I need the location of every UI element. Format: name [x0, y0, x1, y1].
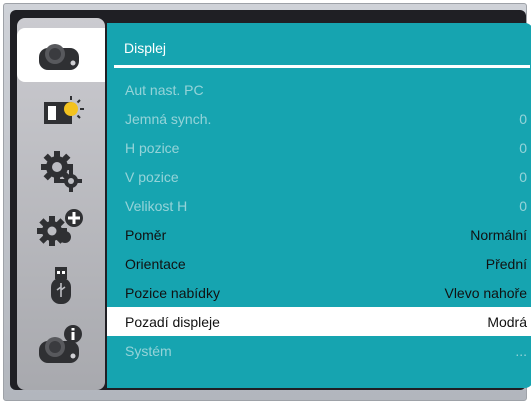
- sidebar-item-info[interactable]: [17, 318, 105, 372]
- sidebar-item-display[interactable]: [17, 28, 105, 82]
- menu-item-auto-pc-adj[interactable]: Aut nast. PC: [107, 75, 531, 104]
- menu-item-value: 0: [519, 139, 527, 156]
- menu-item-aspect-ratio[interactable]: Poměr Normální: [107, 220, 531, 249]
- menu-item-value: ...: [515, 342, 527, 359]
- menu-item-label: Pozadí displeje: [125, 313, 220, 330]
- sidebar-item-advanced[interactable]: [17, 202, 105, 256]
- projector-info-icon: [39, 325, 82, 363]
- menu-item-label: Systém: [125, 342, 172, 359]
- menu-item-label: Velikost H: [125, 197, 188, 214]
- menu-item-label: H pozice: [125, 139, 180, 156]
- menu-item-v-position[interactable]: V pozice 0: [107, 162, 531, 191]
- menu-item-value: Normální: [470, 226, 527, 243]
- menu-item-menu-position[interactable]: Pozice nabídky Vlevo nahoře: [107, 278, 531, 307]
- sidebar: [17, 18, 105, 390]
- menu-item-label: Orientace: [125, 255, 186, 272]
- menu-item-label: Jemná synch.: [125, 110, 212, 127]
- gear-icon: [41, 151, 82, 192]
- menu-item-label: Poměr: [125, 226, 167, 243]
- panel-title: Displej: [124, 40, 167, 56]
- menu-item-system[interactable]: Systém ...: [107, 336, 531, 365]
- sidebar-item-image[interactable]: [17, 86, 105, 140]
- menu-item-value: Přední: [485, 255, 527, 272]
- menu-item-value: 0: [519, 110, 527, 127]
- menu-item-h-position[interactable]: H pozice 0: [107, 133, 531, 162]
- menu-item-label: Aut nast. PC: [125, 81, 204, 98]
- usb-icon: [51, 267, 71, 304]
- menu-item-value: Modrá: [487, 313, 527, 330]
- image-brightness-icon: [44, 96, 84, 124]
- title-divider: [114, 65, 530, 68]
- sidebar-item-usb[interactable]: [17, 260, 105, 314]
- menu-item-display-background[interactable]: Pozadí displeje Modrá: [107, 307, 531, 336]
- projector-icon: [39, 44, 79, 70]
- menu-item-orientation[interactable]: Orientace Přední: [107, 249, 531, 278]
- osd-window: Displej Aut nast. PC Jemná synch. 0 H po…: [3, 3, 531, 401]
- menu-item-value: Vlevo nahoře: [444, 284, 527, 301]
- menu-item-fine-sync[interactable]: Jemná synch. 0: [107, 104, 531, 133]
- osd-inner: Displej Aut nast. PC Jemná synch. 0 H po…: [10, 10, 531, 390]
- gear-plus-icon: [37, 209, 83, 246]
- menu-item-value: 0: [519, 197, 527, 214]
- menu-item-label: Pozice nabídky: [125, 284, 220, 301]
- menu-item-label: V pozice: [125, 168, 179, 185]
- sidebar-item-settings[interactable]: [17, 144, 105, 198]
- menu-item-value: 0: [519, 168, 527, 185]
- menu-item-h-size[interactable]: Velikost H 0: [107, 191, 531, 220]
- display-menu-panel: Displej Aut nast. PC Jemná synch. 0 H po…: [107, 23, 531, 388]
